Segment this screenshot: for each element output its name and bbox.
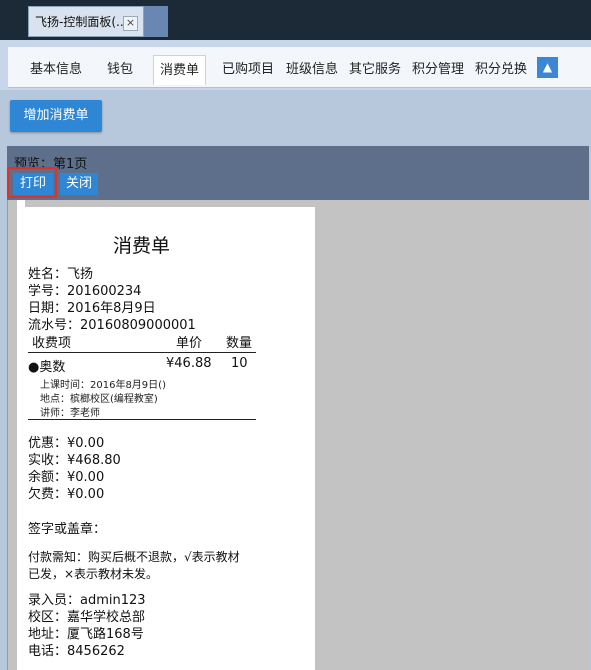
receipt-owed: 欠费：¥0.00	[28, 487, 105, 502]
item-class-time: 上课时间：2016年8月9日()	[40, 380, 166, 391]
close-preview-button[interactable]: 关闭	[60, 173, 98, 195]
table-header-item: 收费项	[32, 336, 72, 351]
receipt-divider	[28, 352, 256, 353]
scroll-up-icon[interactable]: ▲	[537, 57, 558, 78]
browser-tab-title: 飞扬-控制面板(...	[35, 15, 128, 29]
receipt-divider	[28, 419, 256, 420]
tab-class-info[interactable]: 班级信息	[280, 55, 344, 84]
tab-basic-info[interactable]: 基本信息	[24, 55, 88, 84]
new-tab-area[interactable]	[144, 6, 168, 37]
browser-tab[interactable]: 飞扬-控制面板(... ×	[28, 6, 144, 37]
receipt-serial: 流水号：20160809000001	[28, 318, 196, 333]
tab-points-redeem[interactable]: 积分兑换	[469, 55, 533, 84]
item-qty: 10	[231, 356, 248, 371]
table-header-price: 单价	[176, 336, 203, 351]
receipt-notice-line1: 付款需知：购买后概不退款，√表示教材	[28, 550, 240, 564]
add-bill-button[interactable]: 增加消费单	[10, 100, 102, 132]
table-header-qty: 数量	[226, 336, 253, 351]
tab-points-management[interactable]: 积分管理	[406, 55, 470, 84]
tab-other-services[interactable]: 其它服务	[343, 55, 407, 84]
print-button-highlight	[7, 167, 57, 198]
item-name: ●奥数	[28, 360, 66, 375]
item-teacher: 讲师：李老师	[40, 408, 100, 419]
tab-consumption-bill[interactable]: 消费单	[153, 55, 207, 85]
item-location: 地点：槟榔校区(编程教室)	[40, 394, 158, 405]
receipt-signature: 签字或盖章：	[28, 522, 107, 537]
item-price: ¥46.88	[166, 356, 212, 371]
receipt-phone: 电话：8456262	[28, 644, 125, 659]
tab-wallet[interactable]: 钱包	[101, 55, 139, 84]
close-icon[interactable]: ×	[123, 16, 138, 31]
paper-edge	[17, 200, 25, 670]
tab-purchased-items[interactable]: 已购项目	[216, 55, 280, 84]
receipt-notice-line2: 已发，×表示教材未发。	[28, 567, 159, 581]
receipt-title: 消费单	[113, 235, 171, 257]
